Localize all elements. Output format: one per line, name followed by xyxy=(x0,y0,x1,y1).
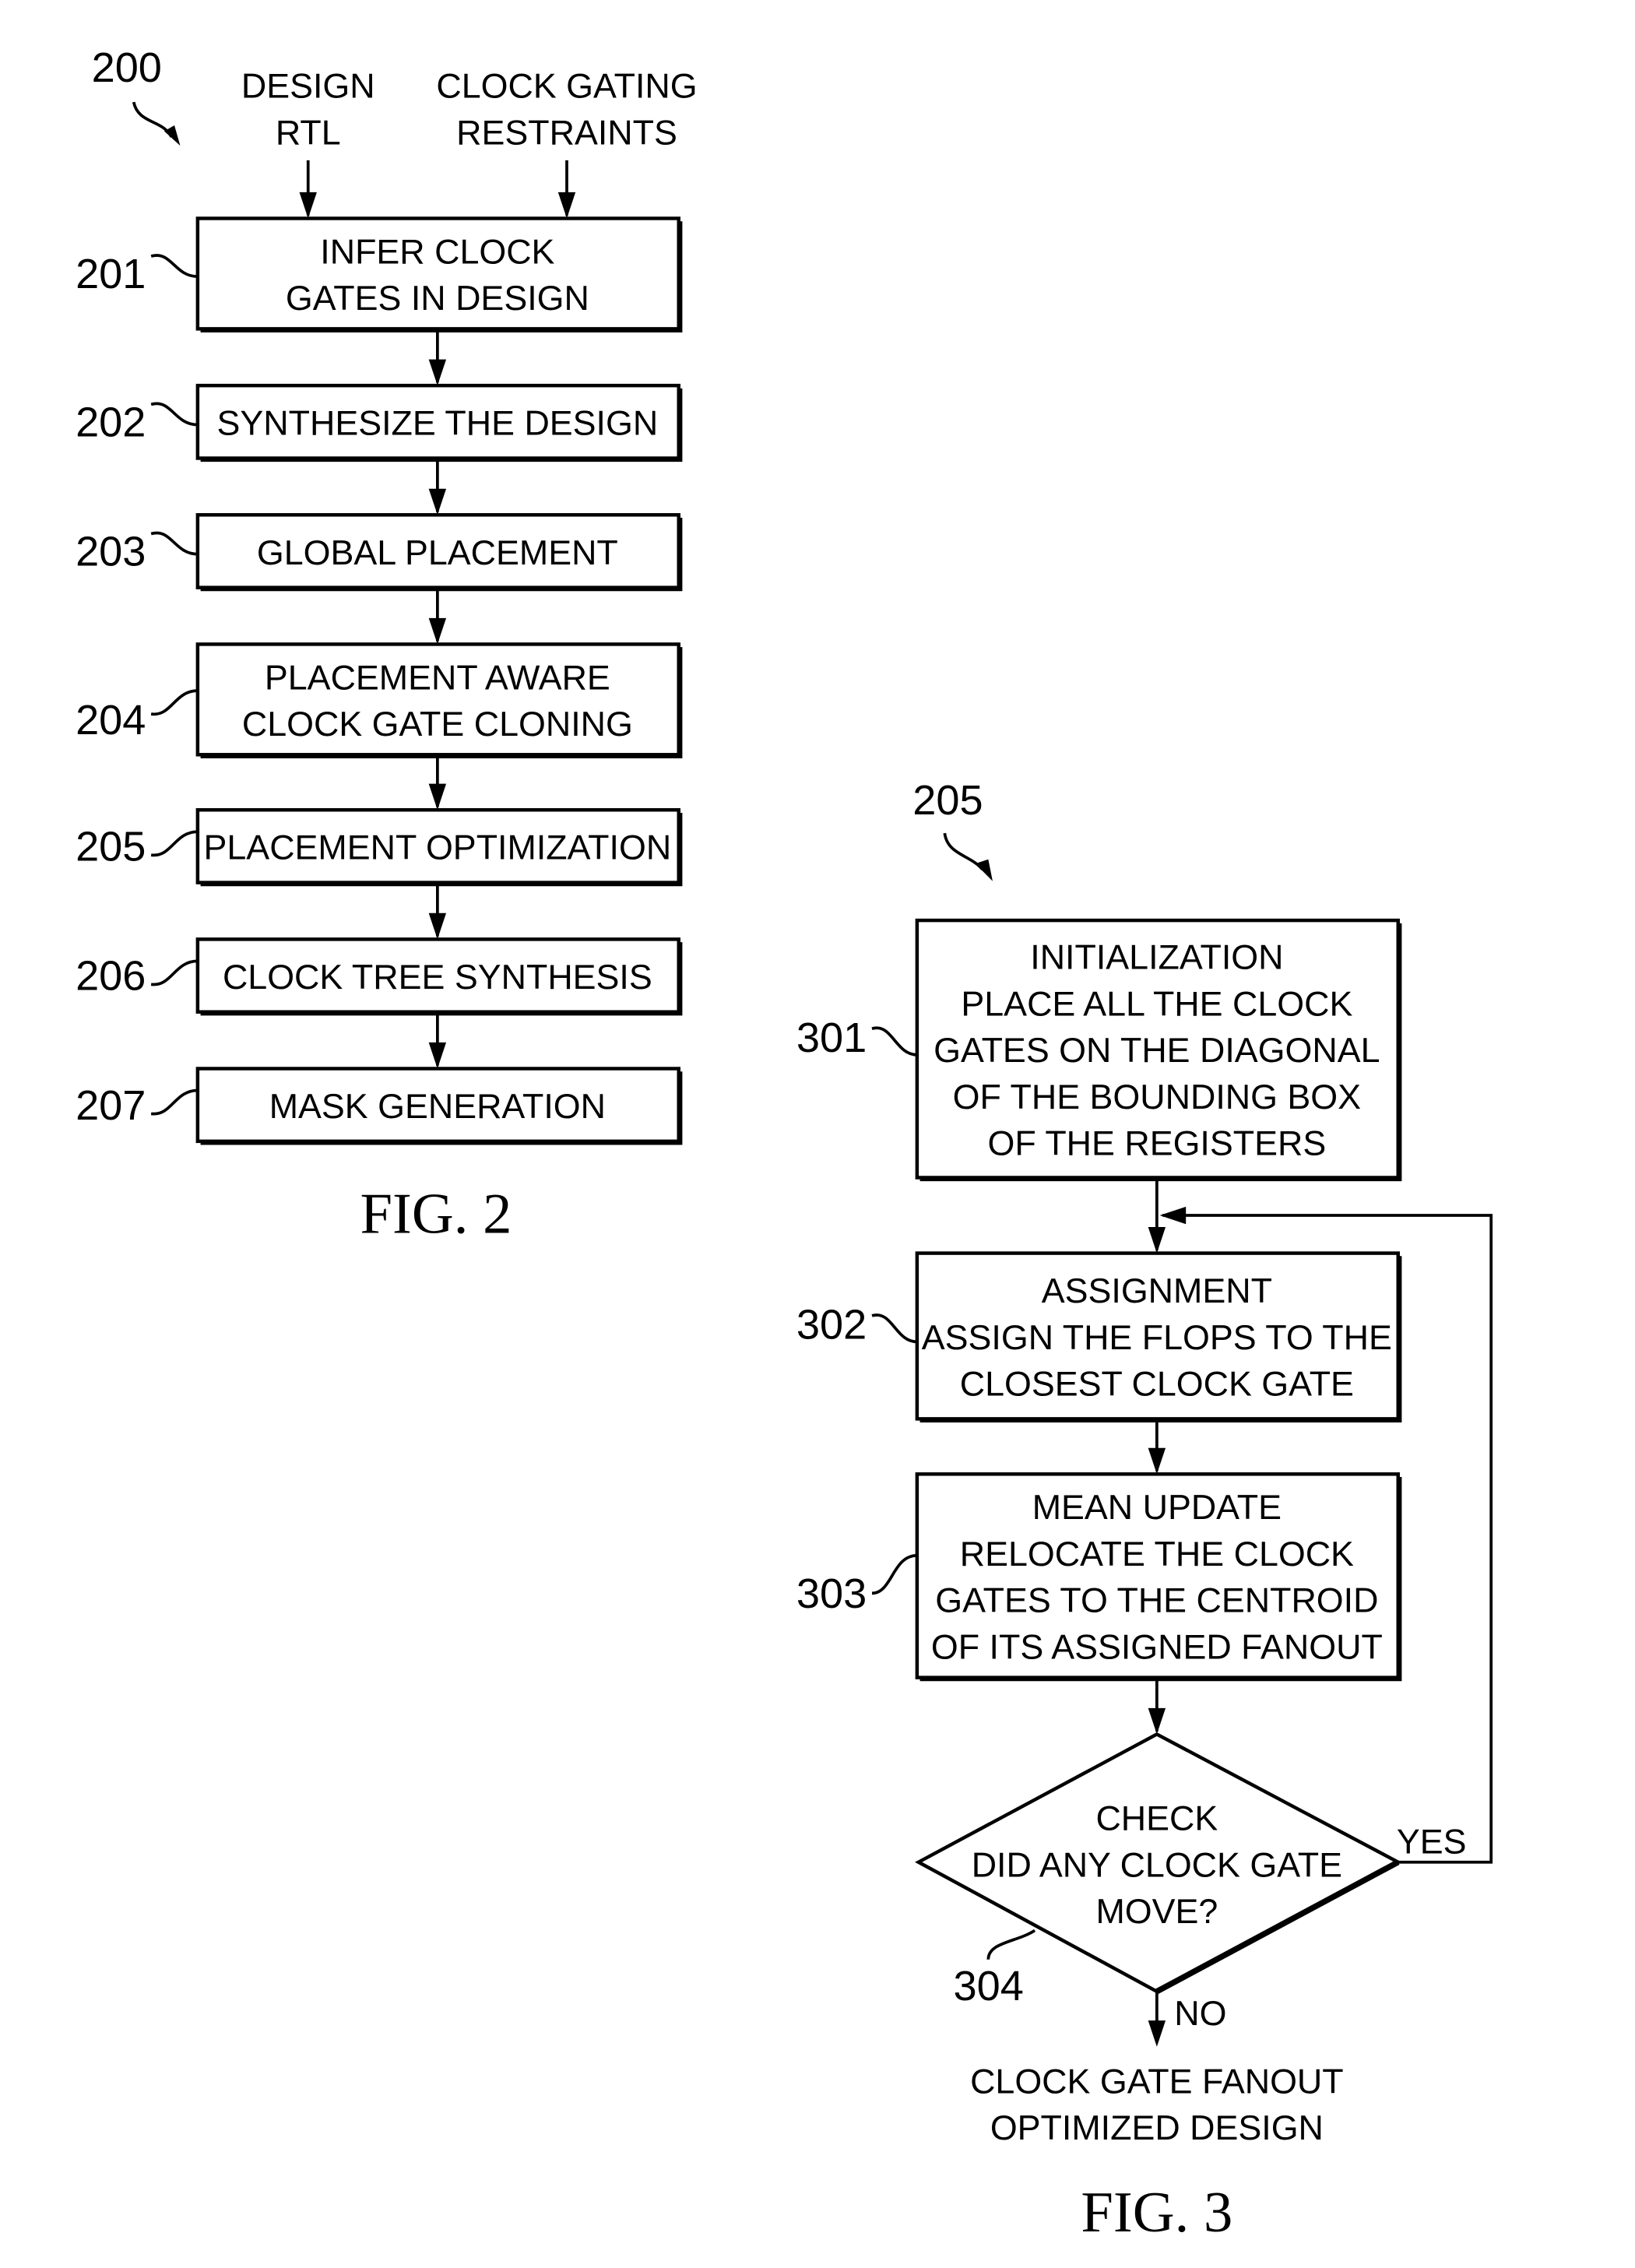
flow-arrowhead xyxy=(1148,1707,1166,1735)
step-301: INITIALIZATION PLACE ALL THE CLOCK GATES O… xyxy=(796,918,1402,1254)
input-design-rtl: DESIGN RTL xyxy=(241,67,375,219)
decision-check: CHECK DID ANY CLOCK GATE MOVE? 304 xyxy=(915,1732,1402,2010)
input-label-line: RESTRAINTS xyxy=(456,113,677,152)
fig3: 205 INITIALIZATION PLACE ALL THE CLOCK GAT… xyxy=(796,777,1493,2245)
flow-arrowhead xyxy=(428,783,447,811)
step-label-line: OF ITS ASSIGNED FANOUT xyxy=(931,1627,1383,1666)
input-clock-gating-restraints: CLOCK GATING RESTRAINTS xyxy=(436,67,698,219)
step-label-line: RELOCATE THE CLOCK xyxy=(960,1535,1354,1574)
decision-line: DID ANY CLOCK GATE xyxy=(972,1845,1342,1884)
step-ref-leader xyxy=(150,1088,198,1116)
yes-loop-arrowhead xyxy=(1159,1206,1187,1225)
step-ref-leader xyxy=(150,959,198,986)
flow-arrowhead xyxy=(428,1042,447,1069)
step-ref-leader xyxy=(150,254,198,279)
step-label-line: MASK GENERATION xyxy=(269,1087,606,1126)
step-203: GLOBAL PLACEMENT 203 xyxy=(76,513,683,645)
step-ref-number: 207 xyxy=(76,1082,146,1129)
patent-figures: 200 DESIGN RTL CLOCK GATING RESTRAINTS I… xyxy=(76,44,1493,2245)
step-ref-number: 203 xyxy=(76,529,146,575)
step-ref-number: 204 xyxy=(76,697,146,744)
step-label-line: GATES ON THE DIAGONAL xyxy=(934,1031,1380,1070)
decision-line: MOVE? xyxy=(1095,1892,1218,1931)
step-label-line: GATES IN DESIGN xyxy=(286,279,589,318)
step-205: PLACEMENT OPTIMIZATION 205 xyxy=(76,807,683,940)
step-204: PLACEMENT AWARE CLOCK GATE CLONING 204 xyxy=(76,642,683,811)
input-label-line: CLOCK GATING xyxy=(436,67,697,106)
step-label-line: PLACE ALL THE CLOCK xyxy=(961,984,1352,1023)
step-ref-leader xyxy=(871,1026,918,1057)
step-label-line: CLOSEST CLOCK GATE xyxy=(960,1365,1354,1404)
flow-arrowhead xyxy=(428,488,447,515)
step-303: MEAN UPDATE RELOCATE THE CLOCK GATES TO TH… xyxy=(796,1472,1402,1735)
step-label-line: OF THE REGISTERS xyxy=(987,1124,1326,1163)
fig3-steps: INITIALIZATION PLACE ALL THE CLOCK GATES O… xyxy=(796,918,1402,1735)
step-201: INFER CLOCK GATES IN DESIGN 201 xyxy=(76,216,683,386)
flow-arrowhead xyxy=(428,359,447,386)
flow-arrowhead xyxy=(428,617,447,645)
step-206: CLOCK TREE SYNTHESIS 206 xyxy=(76,937,683,1069)
arrowhead xyxy=(557,192,576,219)
step-202: SYNTHESIZE THE DESIGN 202 xyxy=(76,383,683,515)
step-ref-number: 302 xyxy=(796,1302,867,1348)
decision-ref-number: 304 xyxy=(954,1963,1024,2010)
input-label-line: RTL xyxy=(276,113,341,152)
step-label-line: ASSIGNMENT xyxy=(1042,1271,1272,1310)
step-label-line: PLACEMENT OPTIMIZATION xyxy=(204,828,672,867)
no-label: NO xyxy=(1174,1994,1226,2033)
step-label-line: GATES TO THE CENTROID xyxy=(935,1581,1378,1620)
fig2-caption: FIG. 2 xyxy=(360,1181,512,1246)
no-arrowhead xyxy=(1148,2020,1166,2047)
step-label-line: SYNTHESIZE THE DESIGN xyxy=(217,404,659,443)
step-label-line: OF THE BOUNDING BOX xyxy=(953,1078,1361,1116)
step-207: MASK GENERATION 207 xyxy=(76,1067,683,1145)
fig3-ref-arrowhead xyxy=(975,859,993,881)
output-result: CLOCK GATE FANOUT OPTIMIZED DESIGN xyxy=(970,2062,1344,2148)
output-line: OPTIMIZED DESIGN xyxy=(990,2108,1324,2147)
step-label-line: CLOCK GATE CLONING xyxy=(242,705,633,744)
fig3-ref-number: 205 xyxy=(912,777,983,824)
step-ref-leader xyxy=(871,1553,918,1595)
flow-arrowhead xyxy=(428,912,447,940)
step-ref-number: 303 xyxy=(796,1570,867,1617)
decision-ref-leader xyxy=(986,1929,1036,1960)
step-ref-leader xyxy=(150,531,198,556)
step-ref-leader xyxy=(150,402,198,427)
flow-arrowhead xyxy=(1148,1226,1166,1254)
output-line: CLOCK GATE FANOUT xyxy=(970,2062,1344,2101)
fig2: 200 DESIGN RTL CLOCK GATING RESTRAINTS I… xyxy=(76,44,698,1246)
input-label-line: DESIGN xyxy=(241,67,375,106)
no-exit: NO xyxy=(1148,1991,1226,2047)
fig3-caption: FIG. 3 xyxy=(1081,2180,1232,2245)
step-ref-leader xyxy=(150,689,198,716)
step-ref-number: 206 xyxy=(76,953,146,1000)
step-label-line: PLACEMENT AWARE xyxy=(265,658,610,697)
step-ref-leader xyxy=(871,1313,918,1344)
fig2-ref-arrowhead xyxy=(164,125,181,146)
step-ref-number: 201 xyxy=(76,251,146,297)
step-label-line: GLOBAL PLACEMENT xyxy=(257,533,618,572)
fig2-steps: INFER CLOCK GATES IN DESIGN 201 SYNTHESIZE … xyxy=(76,216,683,1145)
step-label-line: INITIALIZATION xyxy=(1030,938,1283,977)
flow-arrowhead xyxy=(1148,1447,1166,1475)
step-302: ASSIGNMENT ASSIGN THE FLOPS TO THE CLOSEST… xyxy=(796,1251,1402,1475)
arrowhead xyxy=(299,192,317,219)
step-label-line: ASSIGN THE FLOPS TO THE xyxy=(922,1318,1392,1357)
step-label-line: INFER CLOCK xyxy=(320,232,554,271)
step-ref-leader xyxy=(150,830,198,857)
step-ref-number: 301 xyxy=(796,1014,867,1061)
decision-line: CHECK xyxy=(1095,1799,1218,1838)
step-label-line: CLOCK TREE SYNTHESIS xyxy=(223,958,652,997)
fig2-ref-number: 200 xyxy=(92,44,162,91)
yes-label: YES xyxy=(1397,1823,1467,1862)
step-ref-number: 202 xyxy=(76,399,146,446)
step-label-line: MEAN UPDATE xyxy=(1032,1488,1282,1527)
step-ref-number: 205 xyxy=(76,824,146,870)
